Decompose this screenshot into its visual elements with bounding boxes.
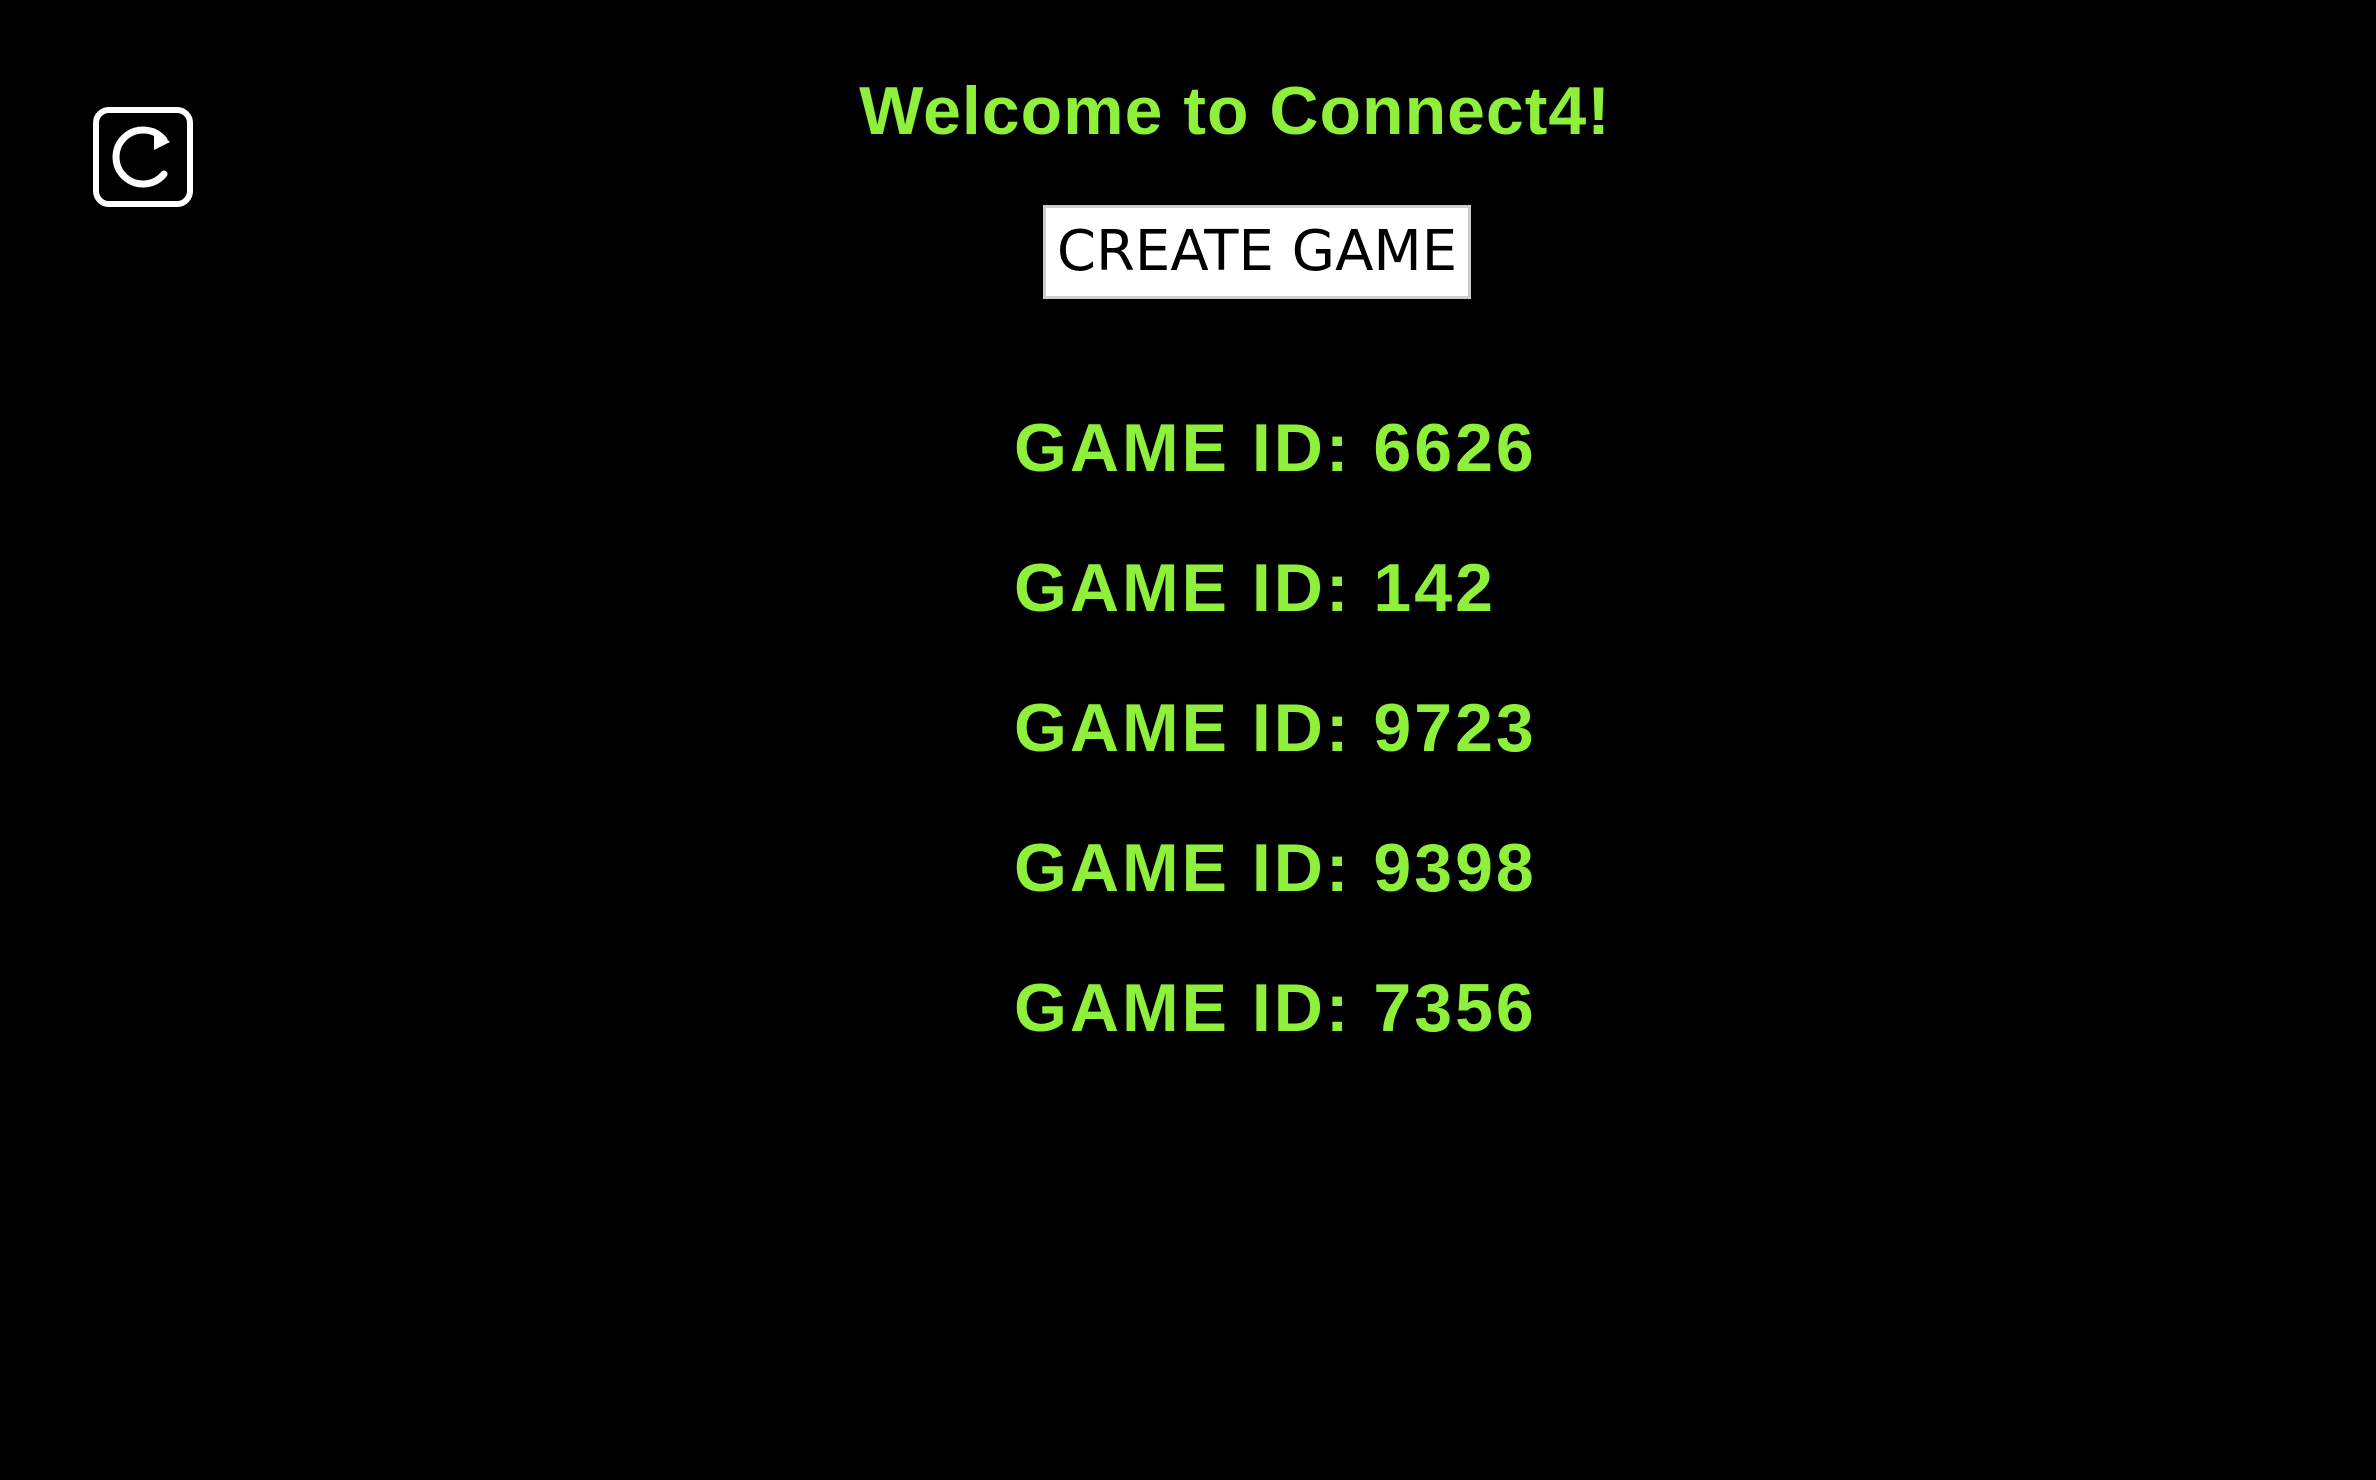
create-game-button[interactable]: CREATE GAME xyxy=(1043,205,1471,299)
page-title: Welcome to Connect4! xyxy=(859,73,1611,149)
lobby-screen: Welcome to Connect4! CREATE GAME GAME ID… xyxy=(0,0,2376,1480)
game-list-item[interactable]: GAME ID: 9723 xyxy=(1014,658,1537,798)
game-list-item[interactable]: GAME ID: 9398 xyxy=(1014,798,1537,938)
game-list-item[interactable]: GAME ID: 142 xyxy=(1014,518,1537,658)
game-list: GAME ID: 6626 GAME ID: 142 GAME ID: 9723… xyxy=(1014,378,1537,1078)
game-list-item[interactable]: GAME ID: 6626 xyxy=(1014,378,1537,518)
game-list-item[interactable]: GAME ID: 7356 xyxy=(1014,938,1537,1078)
